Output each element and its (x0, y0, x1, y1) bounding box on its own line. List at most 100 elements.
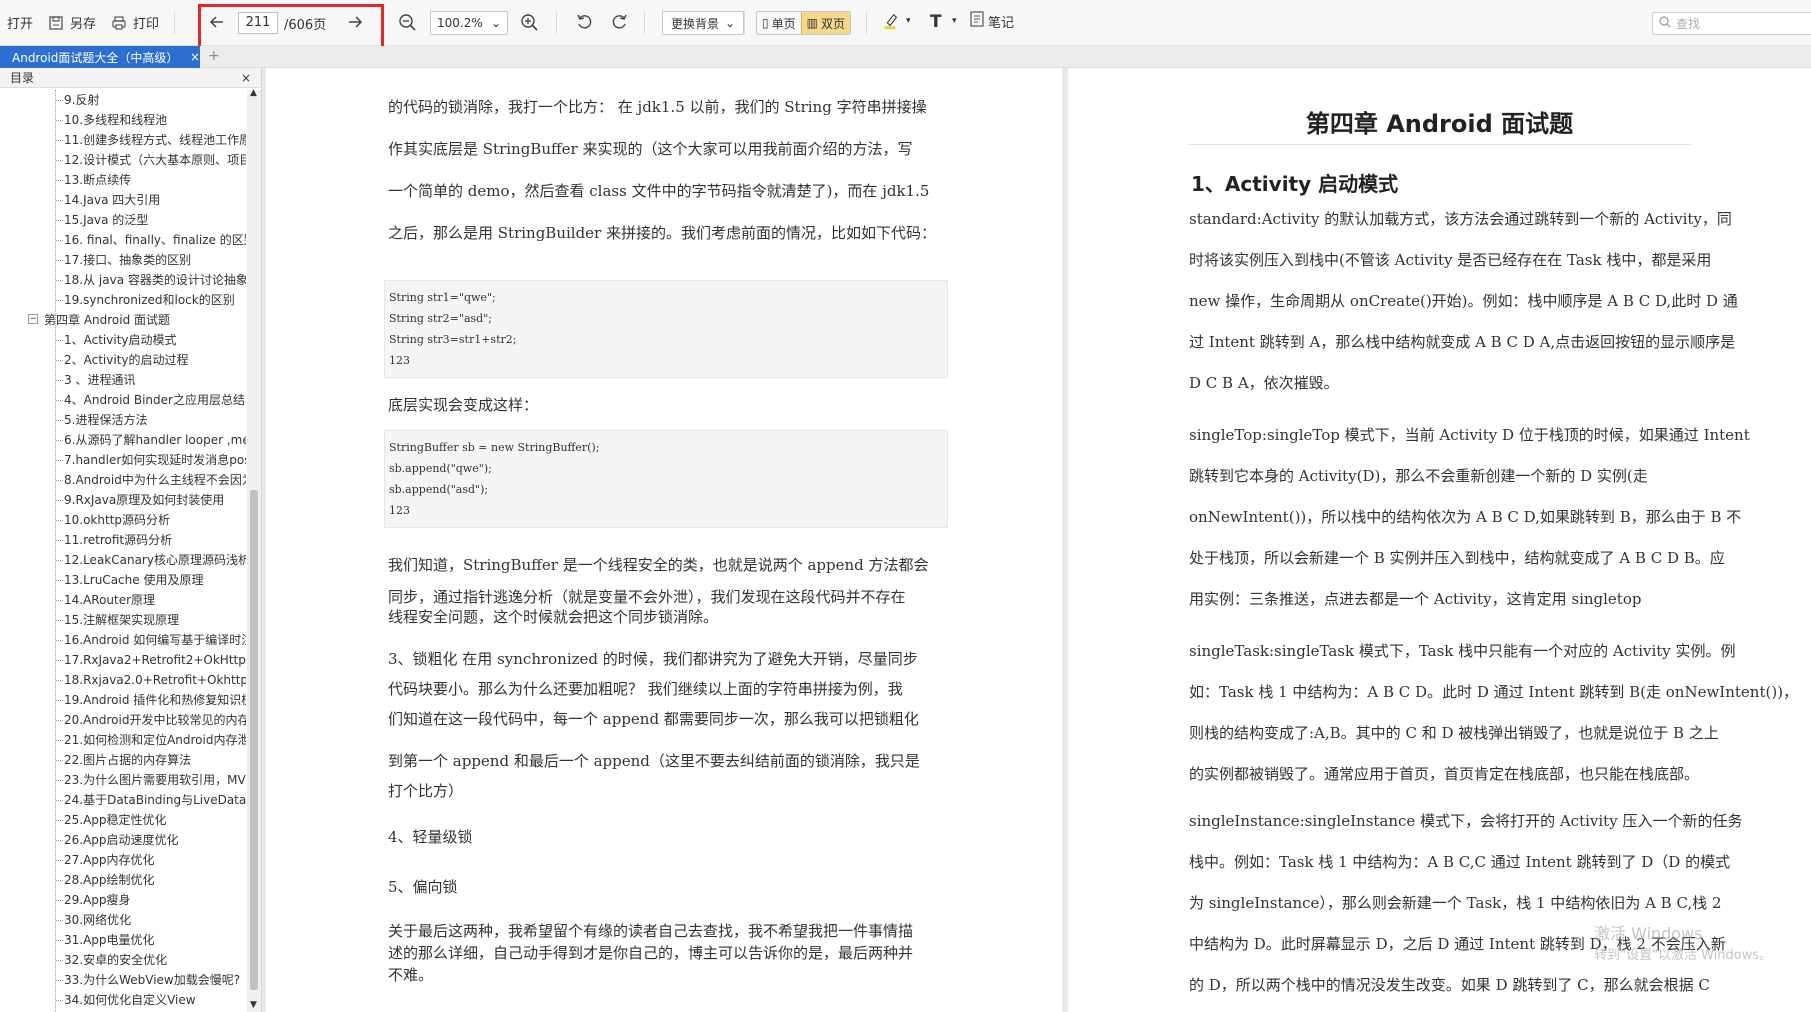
zoom-select[interactable]: 100.2% ⌄ (430, 11, 508, 35)
toc-item[interactable]: 7.handler如何实现延时发消息postdelay() (64, 450, 246, 470)
toc-item[interactable]: 32.安卓的安全优化 (64, 950, 246, 970)
page-number-input[interactable]: 211 (238, 12, 278, 34)
toc-tree-branch (56, 120, 63, 121)
print-button[interactable]: 打印 (103, 8, 166, 38)
zoom-out-icon[interactable] (398, 13, 416, 31)
zoom-value: 100.2% (437, 16, 483, 30)
zoom-in-icon[interactable] (520, 13, 538, 31)
next-page-icon[interactable] (346, 13, 364, 31)
toc-item[interactable]: 17.RxJava2+Retrofit2+OkHttp3 的基础、封装和项目中的… (64, 650, 246, 670)
toc-item[interactable]: 33.为什么WebView加载会慢呢? (64, 970, 246, 990)
scroll-down-icon[interactable]: ▼ (250, 1000, 257, 1010)
close-sidebar-icon[interactable]: × (241, 71, 251, 85)
toc-chapter-item[interactable]: 第四章 Android 面试题 (44, 310, 226, 330)
toc-item[interactable]: 20.Android开发中比较常见的内存泄漏问题及解决办法 (64, 710, 246, 730)
toc-item[interactable]: 17.接口、抽象类的区别 (64, 250, 246, 270)
toc-item[interactable]: 30.网络优化 (64, 910, 246, 930)
toc-item[interactable]: 25.App稳定性优化 (64, 810, 246, 830)
prev-page-icon[interactable] (208, 13, 226, 31)
paragraph-line: 用实例：三条推送，点进去都是一个 Activity，这肯定用 singletop (1189, 590, 1642, 608)
chevron-down-icon[interactable]: ▾ (906, 16, 911, 26)
single-page-button[interactable]: ▯ 单页 (757, 12, 801, 34)
toc-item[interactable]: 1、Activity启动模式 (64, 330, 246, 350)
toc-item[interactable]: 34.如何优化自定义View (64, 990, 246, 1010)
toc-item[interactable]: 27.App内存优化 (64, 850, 246, 870)
toc-item[interactable]: 19.synchronized和lock的区别 (64, 290, 246, 310)
close-tab-icon[interactable]: × (190, 50, 200, 64)
toc-item[interactable]: 29.App瘦身 (64, 890, 246, 910)
toc-tree-branch (56, 1000, 63, 1001)
code-line: 123 (389, 354, 410, 367)
toc-item[interactable]: 22.图片占据的内存算法 (64, 750, 246, 770)
toc-item[interactable]: 11.创建多线程方式、线程池工作原理 (64, 130, 246, 150)
toc-item[interactable]: 28.App绘制优化 (64, 870, 246, 890)
toc-tree-branch (56, 740, 63, 741)
toc-tree-branch (56, 560, 63, 561)
toc-item[interactable]: 14.ARouter原理 (64, 590, 246, 610)
toc-item[interactable]: 12.LeakCanary核心原理源码浅析 (64, 550, 246, 570)
toc-item[interactable]: 16.Android 如何编写基于编译时注解的项目 (64, 630, 246, 650)
toc-item[interactable]: 15.Java 的泛型 (64, 210, 246, 230)
toc-tree-branch (56, 800, 63, 801)
chevron-down-icon[interactable]: ▾ (952, 16, 957, 26)
toc-item[interactable]: 3 、进程通讯 (64, 370, 246, 390)
toc-item[interactable]: 18.Rxjava2.0+Retrofit+Okhttp(封装使用) (64, 670, 246, 690)
toc-item[interactable]: 2、Activity的启动过程 (64, 350, 246, 370)
toc-item[interactable]: 13.LruCache 使用及原理 (64, 570, 246, 590)
toc-item[interactable]: 24.基于DataBinding与LiveData的MVVM实践 (64, 790, 246, 810)
open-button[interactable]: 打开 (0, 8, 40, 38)
paragraph-line: 过 Intent 跳转到 A，那么栈中结构就变成 A B C D A,点击返回按… (1189, 333, 1736, 351)
collapse-icon[interactable]: − (28, 314, 38, 324)
toc-item[interactable]: 10.okhttp源码分析 (64, 510, 246, 530)
toc-item[interactable]: 26.App启动速度优化 (64, 830, 246, 850)
scrollbar-thumb[interactable] (250, 490, 258, 990)
new-tab-icon[interactable]: + (208, 48, 220, 64)
toc-item[interactable]: 11.retrofit源码分析 (64, 530, 246, 550)
double-page-button[interactable]: ▥ 双页 (800, 12, 850, 34)
scroll-up-icon[interactable]: ▲ (250, 88, 257, 98)
toc-item[interactable]: 31.App电量优化 (64, 930, 246, 950)
toc-title: 目录 (10, 71, 35, 85)
rotate-right-icon[interactable] (610, 13, 628, 31)
toolbar-divider (744, 12, 745, 34)
toc-item[interactable]: 8.Android中为什么主线程不会因为Looper.loop()里的死循环卡死 (64, 470, 246, 490)
paragraph-line: new 操作，生命周期从 onCreate()开始)。例如：栈中顺序是 A B … (1189, 292, 1738, 310)
toc-item[interactable]: 6.从源码了解handler looper ,message (64, 430, 246, 450)
toc-item[interactable]: 19.Android 插件化和热修复知识梳理 (64, 690, 246, 710)
paragraph: 同步，通过指针逃逸分析（就是变量不会外泄），我们发现在这段代码并不存在 (388, 588, 906, 606)
toc-item[interactable]: 14.Java 四大引用 (64, 190, 246, 210)
toc-item[interactable]: 5.进程保活方法 (64, 410, 246, 430)
toc-item[interactable]: 23.为什么图片需要用软引用，MVC、MVP、MVVM的区别 (64, 770, 246, 790)
paragraph: 到第一个 append 和最后一个 append（这里不要去纠结前面的锁消除，我… (388, 752, 920, 770)
toc-tree-branch (56, 700, 63, 701)
toc-tree-branch (56, 280, 63, 281)
paragraph: 底层实现会变成这样： (388, 396, 539, 414)
toolbar-divider (644, 12, 645, 34)
toc-item[interactable]: 9.RxJava原理及如何封装使用 (64, 490, 246, 510)
heading: 5、偏向锁 (388, 878, 458, 896)
code-block: String str1="qwe"; String str2="asd"; St… (384, 280, 948, 378)
text-tool-icon[interactable]: T (930, 12, 942, 32)
toc-item[interactable]: 16. final、finally、finalize 的区别 (64, 230, 246, 250)
search-icon (1659, 16, 1671, 31)
document-tab[interactable]: Android面试题大全（中高级） × (0, 46, 200, 68)
rotate-left-icon[interactable] (576, 13, 594, 31)
toc-item[interactable]: 9.反射 (64, 90, 246, 110)
toc-item[interactable]: 15.注解框架实现原理 (64, 610, 246, 630)
toc-item[interactable]: 13.断点续传 (64, 170, 246, 190)
search-input[interactable]: 查找 (1652, 12, 1811, 35)
toc-item[interactable]: 10.多线程和线程池 (64, 110, 246, 130)
saveas-button[interactable]: 另存 (40, 8, 103, 38)
highlighter-icon[interactable] (882, 12, 900, 30)
toc-tree-branch (56, 340, 63, 341)
toc-scrollbar[interactable]: ▲ ▼ (247, 88, 261, 1012)
toc-item[interactable]: 21.如何检测和定位Android内存泄漏 (64, 730, 246, 750)
toc-item[interactable]: 18.从 java 容器类的设计讨论抽象类和接口 (64, 270, 246, 290)
toc-item[interactable]: 4、Android Binder之应用层总结与分析 (64, 390, 246, 410)
toc-item[interactable]: 12.设计模式（六大基本原则、项目中常用的设计模式） (64, 150, 246, 170)
paragraph: 代码块要小。那么为什么还要加粗呢？ 我们继续以上面的字符串拼接为例，我 (388, 680, 903, 698)
notes-button[interactable]: 笔记 (970, 11, 1014, 31)
change-background-select[interactable]: 更换背景 ⌄ (662, 11, 745, 35)
paragraph: 们知道在这一段代码中，每一个 append 都需要同步一次，那么我可以把锁粗化 (388, 710, 919, 728)
paragraph-line: 处于栈顶，所以会新建一个 B 实例并压入到栈中，结构就变成了 A B C D B… (1189, 549, 1725, 567)
